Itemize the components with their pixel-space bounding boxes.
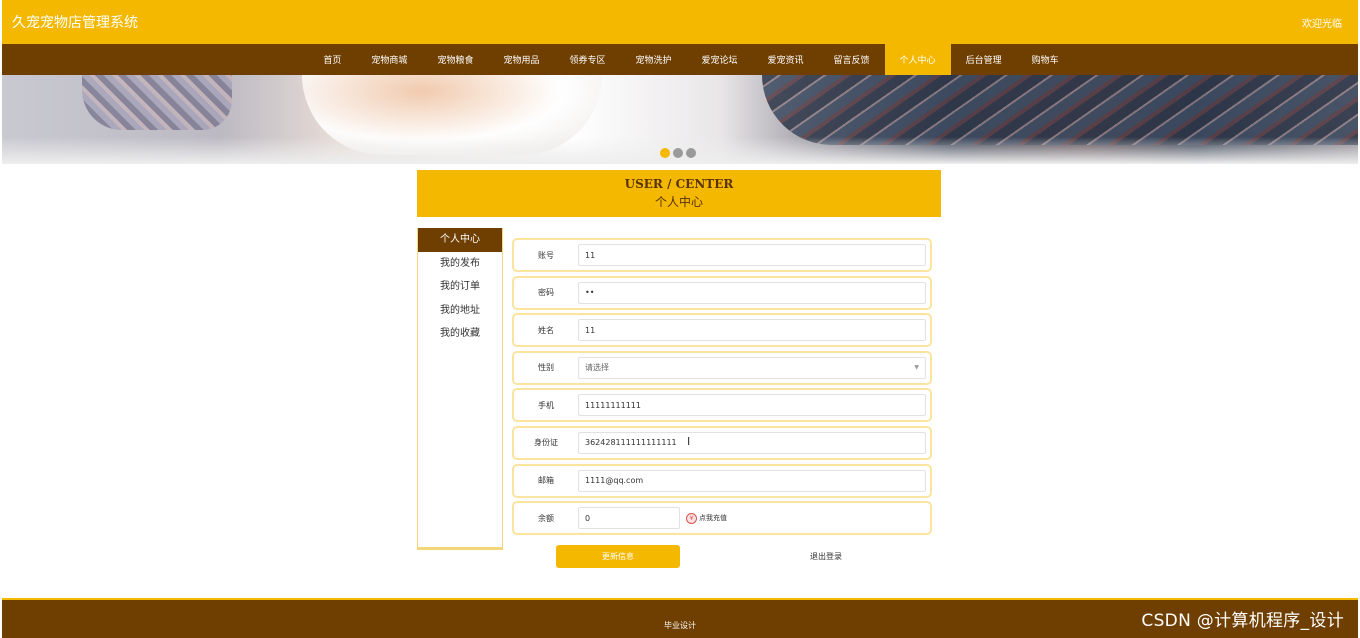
- email-label: 邮箱: [538, 476, 554, 486]
- watermark: CSDN @计算机程序_设计: [1141, 611, 1344, 631]
- phone-label: 手机: [538, 400, 554, 410]
- carousel-dot-3[interactable]: [686, 148, 696, 158]
- nav-item-coupons[interactable]: 领券专区: [554, 44, 620, 75]
- side-item-my-favorites[interactable]: 我的收藏: [418, 322, 502, 346]
- update-info-button[interactable]: 更新信息: [556, 545, 680, 568]
- section-title-en: USER / CENTER: [624, 177, 734, 191]
- carousel-dot-1[interactable]: [660, 148, 670, 158]
- name-label: 姓名: [538, 325, 554, 335]
- form-row-phone: 手机: [512, 388, 932, 423]
- form-row-balance: 余额 ¥ 点我充值: [512, 501, 932, 536]
- form-row-email: 邮箱: [512, 463, 932, 498]
- recharge-icon: ¥: [686, 512, 697, 524]
- name-input[interactable]: [578, 319, 926, 342]
- banner-blanket-right: [762, 75, 1358, 145]
- account-input[interactable]: [578, 244, 926, 266]
- nav-item-pet-supplies[interactable]: 宠物用品: [488, 44, 554, 75]
- user-side-menu: 个人中心 我的发布 我的订单 我的地址 我的收藏: [417, 228, 503, 550]
- password-input[interactable]: [578, 281, 926, 304]
- top-header: 久宠宠物店管理系统 欢迎光临: [2, 0, 1358, 44]
- gender-placeholder: 请选择: [585, 363, 609, 373]
- side-item-my-addresses[interactable]: 我的地址: [418, 299, 502, 323]
- carousel-dot-2[interactable]: [673, 148, 683, 158]
- form-row-account: 账号: [512, 238, 932, 272]
- gender-select[interactable]: 请选择 ▼: [578, 356, 926, 379]
- form-row-gender: 性别 请选择 ▼: [512, 350, 932, 385]
- banner-blanket-left: [82, 75, 232, 130]
- nav-item-pet-shop[interactable]: 宠物商城: [356, 44, 422, 75]
- side-item-my-orders[interactable]: 我的订单: [418, 275, 502, 299]
- form-row-idcard: 身份证: [512, 425, 932, 460]
- phone-input[interactable]: [578, 394, 926, 417]
- side-item-user-center[interactable]: 个人中心: [418, 228, 502, 252]
- nav-item-cart[interactable]: 购物车: [1017, 44, 1074, 75]
- site-title: 久宠宠物店管理系统: [12, 15, 138, 31]
- email-input[interactable]: [578, 469, 926, 492]
- main-nav: 首页 宠物商城 宠物粮食 宠物用品 领券专区 宠物洗护 爱宠论坛 爱宠资讯 留言…: [2, 44, 1358, 75]
- nav-item-forum[interactable]: 爱宠论坛: [687, 44, 753, 75]
- nav-item-pet-grooming[interactable]: 宠物洗护: [620, 44, 686, 75]
- nav-item-user-center[interactable]: 个人中心: [884, 44, 951, 75]
- nav-item-admin[interactable]: 后台管理: [951, 44, 1017, 75]
- side-item-my-posts[interactable]: 我的发布: [418, 252, 502, 276]
- form-row-password: 密码: [512, 275, 932, 310]
- welcome-text: 欢迎光临: [1302, 18, 1342, 30]
- text-cursor-icon: I: [687, 435, 691, 448]
- nav-item-pet-food[interactable]: 宠物粮食: [422, 44, 488, 75]
- recharge-label: 点我充值: [699, 514, 727, 523]
- logout-button[interactable]: 退出登录: [790, 545, 862, 568]
- section-title-cn: 个人中心: [654, 195, 703, 209]
- balance-input[interactable]: [578, 507, 680, 530]
- section-header: USER / CENTER 个人中心: [417, 170, 941, 217]
- idcard-label: 身份证: [534, 438, 558, 448]
- banner-carousel: [2, 75, 1358, 164]
- balance-label: 余额: [538, 513, 554, 523]
- gender-label: 性别: [538, 363, 554, 373]
- chevron-down-icon: ▼: [914, 364, 919, 372]
- nav-item-home[interactable]: 首页: [308, 44, 356, 75]
- carousel-indicators: [660, 148, 696, 158]
- profile-form: 账号 密码 姓名 性别 请选择 ▼ 手机 身份证 邮箱 余额 ¥ 点我充值: [512, 238, 932, 539]
- password-label: 密码: [538, 288, 554, 298]
- account-label: 账号: [538, 250, 554, 260]
- recharge-link[interactable]: ¥ 点我充值: [686, 512, 727, 524]
- nav-item-news[interactable]: 爱宠资讯: [753, 44, 819, 75]
- nav-item-feedback[interactable]: 留言反馈: [819, 44, 885, 75]
- form-row-name: 姓名: [512, 313, 932, 348]
- idcard-input[interactable]: [578, 431, 926, 454]
